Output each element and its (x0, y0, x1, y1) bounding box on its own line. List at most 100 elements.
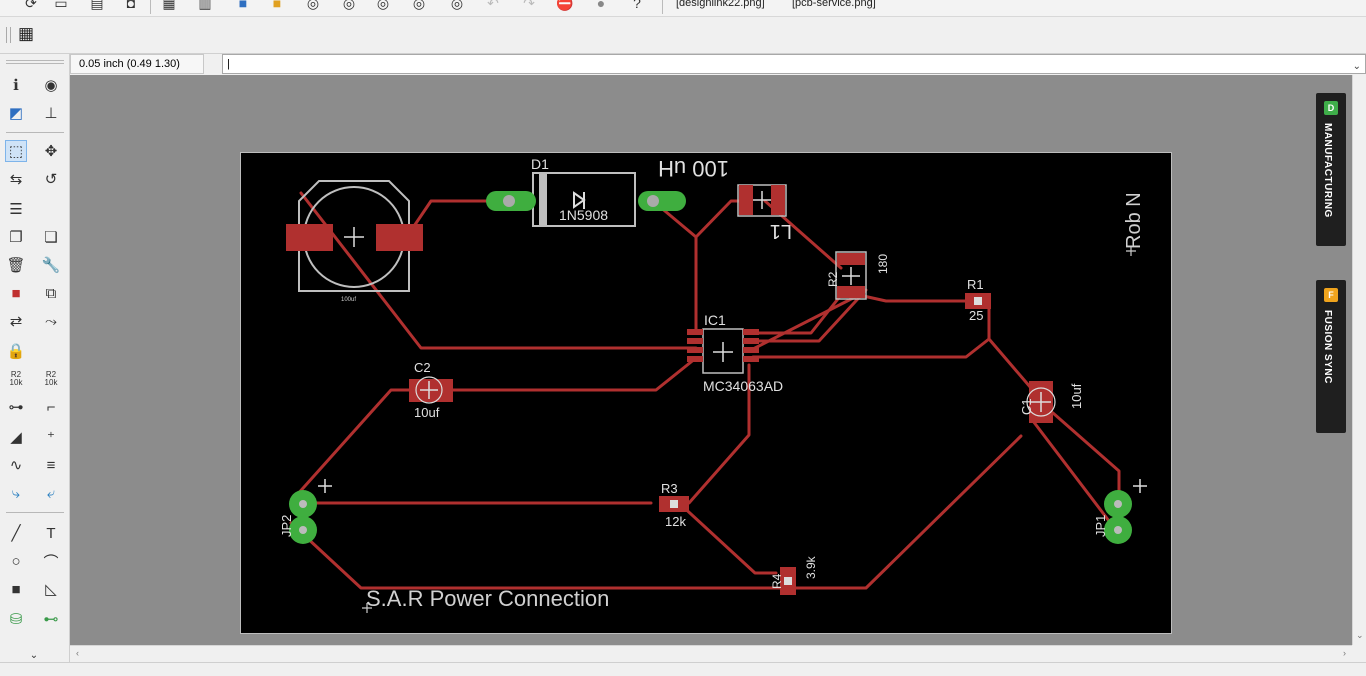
scroll-down-icon[interactable]: ⌄ (1356, 630, 1364, 641)
align-icon[interactable]: ☰ (5, 198, 27, 220)
board-canvas[interactable]: D1 1N5908 100uf 100 uH L1 R2 180 R1 25 I… (70, 75, 1352, 645)
rotate-icon[interactable]: ↺ (40, 168, 62, 190)
jp1-name[interactable]: JP1 (1093, 515, 1108, 537)
via-icon[interactable]: ⛁ (5, 608, 27, 630)
mark-icon[interactable]: ⊥ (40, 102, 62, 124)
trace[interactable] (294, 388, 418, 498)
trace[interactable] (677, 501, 778, 575)
c2-name[interactable]: C2 (414, 360, 431, 375)
ic1-name[interactable]: IC1 (704, 312, 726, 328)
trace[interactable] (751, 299, 991, 359)
help-icon[interactable]: ? (628, 0, 646, 12)
jp2-name[interactable]: JP2 (279, 515, 294, 537)
r2-pad-1[interactable] (837, 253, 865, 265)
board-icon[interactable]: ▦ (160, 0, 178, 12)
ic1-value[interactable]: MC34063AD (703, 378, 783, 394)
r2-value[interactable]: 180 (876, 254, 890, 274)
c3-pad-2[interactable] (376, 224, 423, 251)
undo-icon[interactable]: ↶ (484, 0, 502, 12)
add-icon[interactable]: ■ (5, 282, 27, 304)
manufacturing-panel[interactable]: D MANUFACTURING (1316, 93, 1346, 246)
r2-pad-2[interactable] (837, 286, 865, 298)
r3-name[interactable]: R3 (661, 481, 678, 496)
tab-pcb-service[interactable]: [pcb-service.png] (792, 0, 876, 9)
eye-icon[interactable]: ◉ (40, 74, 62, 96)
route-multi-icon[interactable]: ≡ (40, 454, 62, 476)
l1-pad-2[interactable] (771, 185, 785, 215)
info-icon[interactable]: ℹ (5, 74, 27, 96)
polygon-icon[interactable]: ◺ (40, 578, 62, 600)
select-icon[interactable]: ⬚ (5, 140, 27, 162)
ripup-icon[interactable]: ⤶ (40, 482, 62, 504)
miter-icon[interactable]: ⌐ (40, 396, 62, 418)
l1-name[interactable]: L1 (770, 220, 792, 242)
d1-name[interactable]: D1 (531, 156, 549, 172)
zoom-in-icon[interactable]: ◎ (340, 0, 358, 12)
script-icon[interactable]: ■ (234, 0, 252, 12)
grid-icon[interactable]: ▦ (18, 24, 34, 44)
author-label[interactable]: Rob N (1123, 192, 1145, 249)
go-icon[interactable]: ● (592, 0, 610, 12)
paste-icon[interactable]: ❏ (40, 226, 62, 248)
arc-icon[interactable]: ⌒ (40, 550, 62, 572)
r4-name[interactable]: R4 (770, 573, 784, 589)
layer-icon[interactable]: ◩ (5, 102, 27, 124)
name-icon[interactable]: R2 10k (5, 368, 27, 390)
title-label[interactable]: S.A.R Power Connection (366, 586, 609, 611)
r1-value[interactable]: 25 (969, 308, 983, 323)
swap-icon[interactable]: ⇄ (5, 310, 27, 332)
save-icon[interactable]: ▭ (52, 0, 70, 12)
l1-value[interactable]: 100 uH (658, 156, 729, 181)
copy-icon[interactable]: ❐ (5, 226, 27, 248)
rect-icon[interactable]: ■ (5, 578, 27, 600)
l1-pad-1[interactable] (739, 185, 753, 215)
zoom-select-icon[interactable]: ◎ (410, 0, 428, 12)
line-icon[interactable]: ╱ (5, 522, 27, 544)
open-icon[interactable]: ⟳ (22, 0, 40, 12)
fusion-sync-panel[interactable]: F FUSION SYNC (1316, 280, 1346, 433)
print-icon[interactable]: ▤ (88, 0, 106, 12)
value-icon[interactable]: R2 10k (40, 368, 62, 390)
c2-value[interactable]: 10uf (414, 405, 440, 420)
wrench-icon[interactable]: 🔧 (40, 254, 62, 276)
zoom-out-icon[interactable]: ◎ (374, 0, 392, 12)
redo-icon[interactable]: ↷ (520, 0, 538, 12)
scroll-right-icon[interactable]: › (1343, 648, 1346, 658)
signal-icon[interactable]: ⊷ (40, 608, 62, 630)
circle-icon[interactable]: ○ (5, 550, 27, 572)
smash-icon[interactable]: ⤳ (40, 310, 62, 332)
move-icon[interactable]: ✥ (40, 140, 62, 162)
command-line-input[interactable]: | ⌄ (222, 54, 1366, 74)
scroll-left-icon[interactable]: ‹ (76, 648, 79, 658)
r2-name[interactable]: R2 (826, 271, 840, 287)
trace[interactable] (1051, 411, 1121, 500)
vertical-scrollbar[interactable]: ⌄ (1352, 75, 1366, 645)
trace[interactable] (299, 191, 698, 350)
text-icon[interactable]: T (40, 522, 62, 544)
r4-value[interactable]: 3.9k (804, 555, 818, 579)
c3-value[interactable]: 100uf (341, 297, 356, 303)
r1-name[interactable]: R1 (967, 277, 984, 292)
r3-value[interactable]: 12k (665, 514, 686, 529)
lock-icon[interactable]: 🔒 (5, 340, 27, 362)
replace-icon[interactable]: ⧉ (40, 282, 62, 304)
d1-value[interactable]: 1N5908 (559, 207, 608, 223)
c1-value[interactable]: 10uf (1069, 383, 1084, 409)
c3-pad-1[interactable] (286, 224, 333, 251)
optimize-icon[interactable]: ◢ (5, 426, 27, 448)
camera-icon[interactable]: ◘ (122, 0, 140, 12)
zoom-area-icon[interactable]: ◎ (448, 0, 466, 12)
zoom-fit-icon[interactable]: ◎ (304, 0, 322, 12)
trace[interactable] (429, 356, 698, 392)
meander-icon[interactable]: ∿ (5, 454, 27, 476)
chevron-down-icon[interactable]: ⌄ (1353, 58, 1361, 76)
library-icon[interactable]: ▥ (196, 0, 214, 12)
trace[interactable] (289, 434, 1023, 590)
ripup-small-icon[interactable]: ⁺ (40, 426, 62, 448)
stop-icon[interactable]: ⛔ (556, 0, 574, 12)
ulp-icon[interactable]: ■ (268, 0, 286, 12)
route-icon[interactable]: ⤷ (5, 482, 27, 504)
delete-icon[interactable]: 🗑 (5, 254, 27, 276)
split-icon[interactable]: ⊶ (5, 396, 27, 418)
d1-pad-cathode[interactable] (638, 191, 686, 211)
